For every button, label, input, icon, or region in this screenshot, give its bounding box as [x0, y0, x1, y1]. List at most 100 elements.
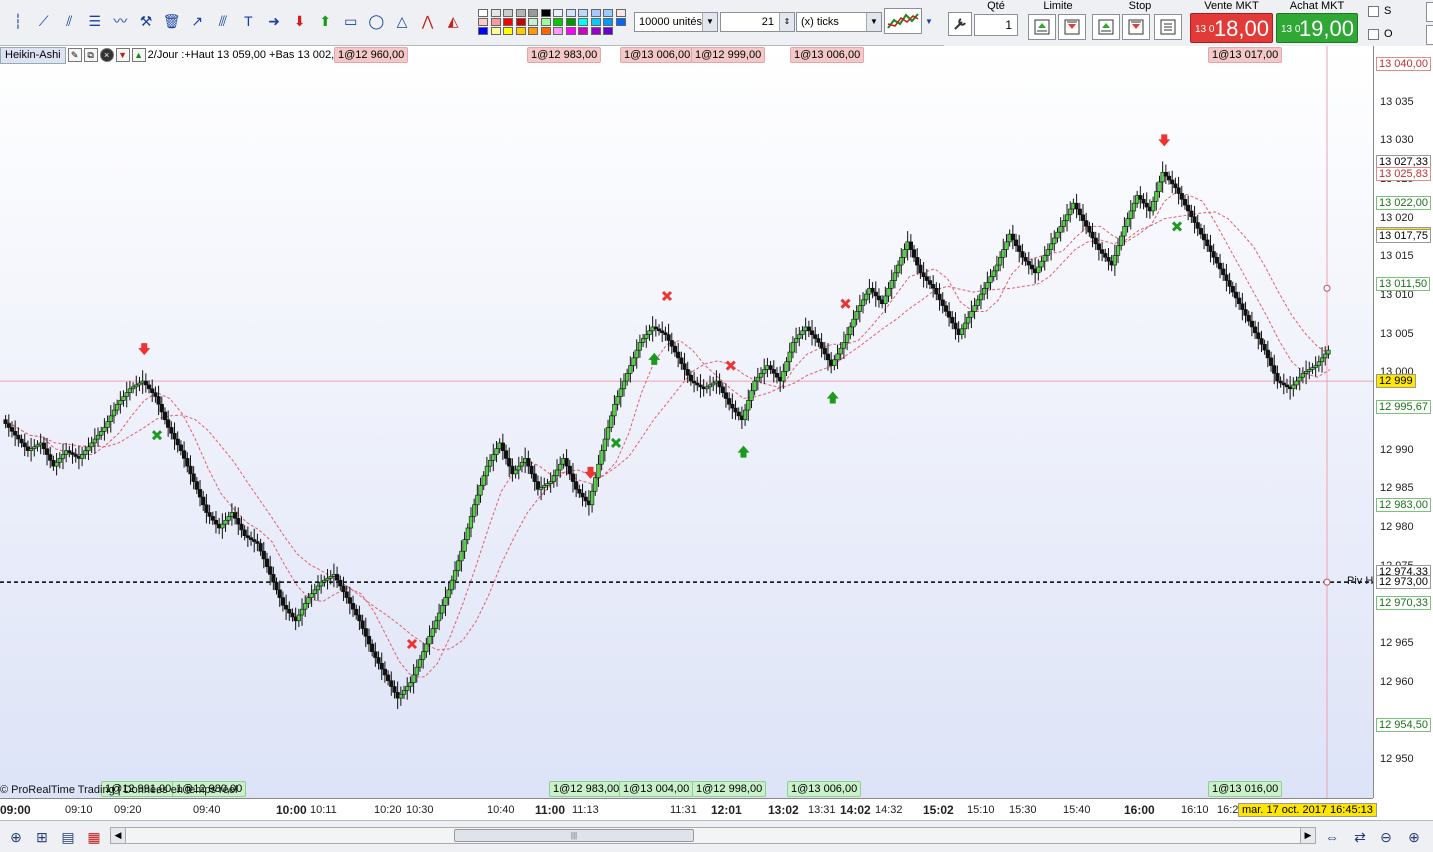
- buy-order-tag[interactable]: 1@12 983,00: [549, 781, 624, 797]
- horizontal-scrollbar[interactable]: ◀ ||| ▶: [110, 827, 1316, 844]
- color-swatch[interactable]: [553, 9, 563, 17]
- color-swatch[interactable]: [540, 9, 551, 17]
- scroll-right-icon[interactable]: ▶: [1300, 828, 1315, 843]
- option-s[interactable]: S: [1368, 5, 1391, 17]
- color-swatch[interactable]: [565, 9, 576, 17]
- color-swatch[interactable]: [528, 9, 538, 17]
- channel-icon[interactable]: ⫻: [213, 10, 233, 32]
- limit-buy-button[interactable]: [1028, 14, 1056, 40]
- compress-icon[interactable]: ⇄: [1350, 827, 1370, 847]
- sell-market-button[interactable]: 13 0 18,00: [1190, 13, 1273, 43]
- trendline-icon[interactable]: ⟋: [34, 10, 54, 32]
- qty-input[interactable]: 1: [974, 14, 1018, 36]
- color-swatch[interactable]: [540, 18, 551, 26]
- color-swatch[interactable]: [515, 9, 526, 17]
- limit-sell-button[interactable]: [1058, 14, 1086, 40]
- color-swatch[interactable]: [553, 27, 563, 35]
- right-arrow-icon[interactable]: ➜: [264, 10, 284, 32]
- buy-market-button[interactable]: 13 0 19,00: [1276, 13, 1358, 43]
- checkbox-o[interactable]: [1368, 28, 1379, 40]
- ellipse-icon[interactable]: ◯: [366, 10, 386, 32]
- wave-icon[interactable]: 〰: [110, 10, 130, 32]
- sell-order-tag[interactable]: 1@13 006,00: [620, 47, 695, 63]
- color-swatch[interactable]: [615, 18, 626, 26]
- down-arrow-icon[interactable]: ⬇: [290, 10, 310, 32]
- trash-icon[interactable]: 🗑: [162, 10, 182, 32]
- color-swatch[interactable]: [515, 27, 526, 35]
- color-swatch[interactable]: [540, 27, 551, 35]
- price-axis[interactable]: 13 03513 03013 02513 02013 01513 01013 0…: [1373, 46, 1433, 798]
- rectangle-icon[interactable]: ▭: [341, 10, 361, 32]
- sell-order-tag[interactable]: 1@12 999,00: [691, 47, 766, 63]
- color-swatch[interactable]: [590, 27, 601, 35]
- size-select[interactable]: 10000 unités ▼: [634, 12, 718, 32]
- wrench-icon[interactable]: [948, 12, 972, 36]
- color-swatch[interactable]: [565, 27, 576, 35]
- shape-icon[interactable]: ◭: [443, 10, 463, 32]
- checkbox-s[interactable]: [1368, 5, 1379, 17]
- color-swatch[interactable]: [590, 9, 601, 17]
- buy-order-tag[interactable]: 1@12 998,00: [692, 781, 767, 797]
- up-arrow-icon[interactable]: ▲: [131, 48, 146, 62]
- parallel-lines-icon[interactable]: ⫽: [59, 10, 79, 32]
- color-swatch[interactable]: [578, 27, 588, 35]
- color-swatch[interactable]: [603, 9, 613, 17]
- grid-icon[interactable]: ⊞: [32, 827, 52, 847]
- wrench-icon[interactable]: ✎: [67, 48, 82, 62]
- color-swatch[interactable]: [503, 18, 513, 26]
- color-swatch[interactable]: [478, 27, 488, 35]
- color-swatch[interactable]: [490, 27, 501, 35]
- up-arrow-icon[interactable]: ⬆: [315, 10, 335, 32]
- stop-sell-button[interactable]: [1122, 14, 1150, 40]
- color-swatch[interactable]: [590, 18, 601, 26]
- buy-order-tag[interactable]: 1@13 006,00: [787, 781, 862, 797]
- scroll-thumb[interactable]: |||: [454, 829, 694, 842]
- triangle-icon[interactable]: △: [392, 10, 412, 32]
- color-swatch[interactable]: [603, 27, 613, 35]
- sell-order-tag[interactable]: 1@13 017,00: [1208, 47, 1283, 63]
- stop-buy-button[interactable]: [1092, 14, 1120, 40]
- ticks-stepper[interactable]: 21 ⇕: [720, 12, 795, 32]
- color-swatch[interactable]: [490, 9, 501, 17]
- sell-order-tag[interactable]: 1@12 960,00: [334, 47, 409, 63]
- vertical-line-icon[interactable]: ┆: [8, 10, 28, 32]
- chart-name[interactable]: Heikin-Ashi: [0, 46, 66, 64]
- color-swatch[interactable]: [478, 18, 488, 26]
- buy-order-tag[interactable]: 1@13 004,00: [619, 781, 694, 797]
- tools-icon[interactable]: ⚒: [136, 10, 156, 32]
- color-swatch[interactable]: [553, 18, 563, 26]
- price-chart[interactable]: [0, 46, 1373, 798]
- scroll-left-icon[interactable]: ◀: [111, 828, 126, 843]
- chevron-down-icon[interactable]: ▼: [702, 13, 717, 31]
- color-swatch[interactable]: [503, 9, 513, 17]
- sell-order-tag[interactable]: 1@12 983,00: [527, 47, 602, 63]
- color-swatch[interactable]: [565, 18, 576, 26]
- stepper-icon[interactable]: ⇕: [779, 13, 794, 31]
- text-icon[interactable]: T: [238, 10, 258, 32]
- zigzag-icon[interactable]: ⋀: [418, 10, 438, 32]
- color-swatch[interactable]: [578, 9, 588, 17]
- color-swatch[interactable]: [528, 18, 538, 26]
- buy-order-tag[interactable]: 1@13 016,00: [1208, 781, 1283, 797]
- list-icon[interactable]: ▤: [58, 827, 78, 847]
- down-arrow-icon[interactable]: ▼: [115, 48, 130, 62]
- option-o[interactable]: O: [1368, 28, 1393, 40]
- arrow-icon[interactable]: ↗: [187, 10, 207, 32]
- option-s-value[interactable]: 3: [1426, 2, 1433, 22]
- zoom-out-icon[interactable]: ⊖: [1376, 827, 1396, 847]
- color-swatch[interactable]: [503, 27, 513, 35]
- order-list-icon[interactable]: ▦: [84, 827, 104, 847]
- sell-order-tag[interactable]: 1@13 006,00: [790, 47, 865, 63]
- color-swatch[interactable]: [515, 18, 526, 26]
- color-swatch[interactable]: [603, 18, 613, 26]
- color-swatch[interactable]: [528, 27, 538, 35]
- copy-icon[interactable]: ⧉: [83, 48, 98, 62]
- stop-list-button[interactable]: [1154, 14, 1182, 40]
- close-icon[interactable]: ×: [99, 48, 114, 62]
- zoom-in-icon[interactable]: ⊕: [1404, 827, 1424, 847]
- chevron-down-icon[interactable]: ▼: [923, 10, 935, 32]
- fibonacci-icon[interactable]: ☰: [85, 10, 105, 32]
- chevron-down-icon[interactable]: ▼: [866, 13, 881, 31]
- color-swatch[interactable]: [578, 18, 588, 26]
- indicator-icon[interactable]: [884, 8, 922, 34]
